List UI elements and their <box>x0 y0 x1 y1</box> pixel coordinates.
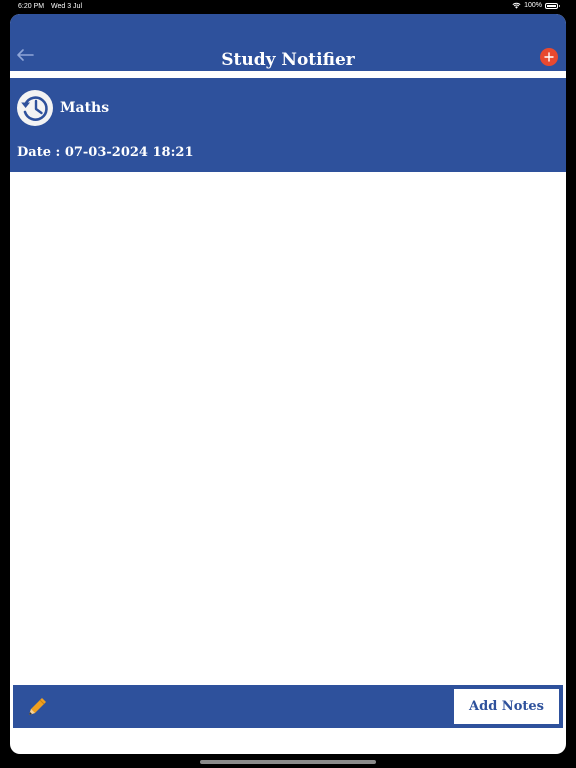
subject-name: Maths <box>60 100 110 116</box>
nav-bar: Study Notifier <box>10 14 566 71</box>
status-date: Wed 3 Jul <box>51 3 82 10</box>
pencil-icon <box>29 698 46 715</box>
app-window: Study Notifier Maths Date : 07-03-2024 1… <box>10 14 566 754</box>
plus-circle-icon <box>544 52 554 62</box>
bottom-toolbar: Add Notes <box>13 685 563 728</box>
home-indicator <box>200 760 376 764</box>
battery-icon <box>545 2 560 9</box>
status-indicators: 100% <box>512 2 560 9</box>
add-button[interactable] <box>540 48 558 66</box>
battery-percent: 100% <box>524 2 542 9</box>
status-time: 6:20 PM <box>18 3 45 10</box>
add-notes-button[interactable]: Add Notes <box>454 689 559 724</box>
history-clock-badge <box>17 90 53 126</box>
page-title: Study Notifier <box>221 50 355 70</box>
history-clock-icon <box>21 96 48 121</box>
subject-panel: Maths Date : 07-03-2024 18:21 <box>10 78 566 172</box>
notes-content-area <box>10 172 566 684</box>
status-bar: 6:20 PM Wed 3 Jul 100% <box>0 0 576 14</box>
subject-date: Date : 07-03-2024 18:21 <box>17 145 194 160</box>
wifi-icon <box>512 2 521 9</box>
edit-button[interactable] <box>25 695 49 719</box>
